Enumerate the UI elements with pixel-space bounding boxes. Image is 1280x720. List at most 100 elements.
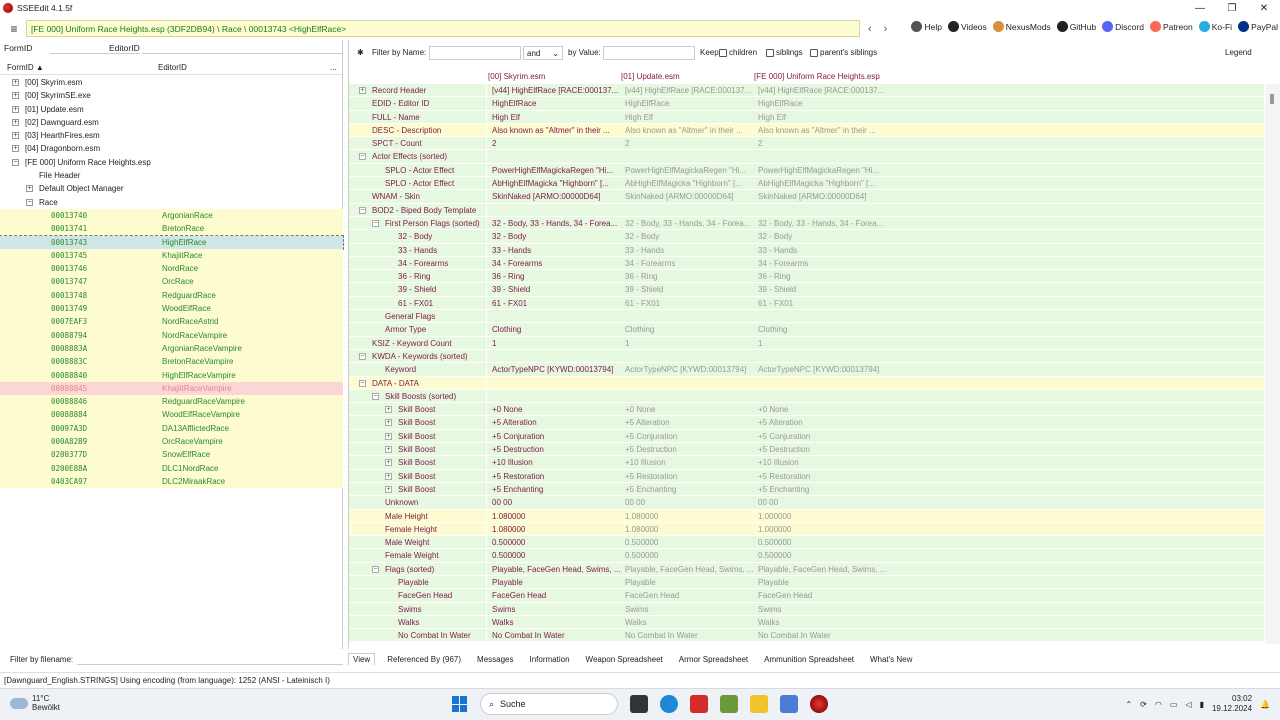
minimize-button[interactable]: — (1184, 0, 1216, 16)
race-record-row[interactable]: 00013749 WoodElfRace (0, 302, 343, 316)
start-button[interactable] (452, 696, 468, 712)
collapse-icon[interactable]: − (359, 206, 366, 214)
expand-icon[interactable]: + (26, 185, 33, 193)
filter-operator-select[interactable]: and ⌄ (523, 46, 563, 60)
tab-what-s-new[interactable]: What's New (866, 654, 916, 665)
keep-siblings-checkbox[interactable]: siblings (766, 48, 803, 57)
field-row[interactable]: − First Person Flags (sorted) 32 - Body, 3… (349, 216, 1264, 231)
tree-node[interactable]: + [02] Dawnguard.esm (0, 116, 343, 129)
expand-icon[interactable]: + (359, 87, 366, 94)
field-row[interactable]: SPLO - Actor Effect PowerHighElfMagickaRe… (349, 163, 1264, 178)
field-row[interactable]: DESC - Description Also known as "Altmer"… (349, 123, 1264, 138)
expand-icon[interactable]: + (385, 432, 392, 440)
editorid-search-input[interactable] (142, 41, 342, 54)
field-row[interactable]: − KWDA - Keywords (sorted) (349, 349, 1264, 364)
weather-widget[interactable]: 11°C Bewölkt (10, 694, 60, 712)
field-row[interactable]: EDID - Editor ID HighElfRace HighElfRace Hi… (349, 97, 1264, 111)
expand-icon[interactable]: + (385, 485, 392, 493)
tree-node[interactable]: − Race (0, 196, 343, 209)
field-row[interactable]: Walks Walks Walks Walks (349, 615, 1264, 630)
tab-ammunition-spreadsheet[interactable]: Ammunition Spreadsheet (760, 654, 858, 665)
app-green-icon[interactable] (720, 695, 738, 713)
expand-icon[interactable]: + (12, 145, 19, 153)
task-view-icon[interactable] (630, 695, 648, 713)
pin-icon[interactable]: ✱ (357, 48, 364, 57)
field-row[interactable]: KSIZ - Keyword Count 1 1 1 (349, 336, 1264, 350)
link-nexusmods[interactable]: NexusMods (992, 21, 1051, 32)
close-button[interactable]: ✕ (1248, 0, 1280, 16)
edge-icon[interactable] (660, 695, 678, 713)
race-record-row[interactable]: 0008883C BretonRaceVampire (0, 355, 343, 369)
collapse-icon[interactable]: − (372, 565, 379, 573)
tab-referenced-by-967-[interactable]: Referenced By (967) (383, 654, 465, 665)
legend-button[interactable]: Legend (1225, 48, 1252, 57)
keep-parents-siblings-checkbox[interactable]: parent's siblings (810, 48, 877, 57)
tab-view[interactable]: View (348, 653, 376, 665)
tree-node[interactable]: + [03] HearthFires.esm (0, 129, 343, 142)
expand-icon[interactable]: + (12, 118, 19, 126)
race-record-row[interactable]: 00013743 HighElfRace (0, 234, 344, 250)
col-editorid[interactable]: EditorID (158, 63, 187, 72)
race-record-row[interactable]: 0200E88A DLC1NordRace (0, 461, 343, 475)
link-videos[interactable]: Videos (947, 21, 987, 32)
field-row[interactable]: FULL - Name High Elf High Elf High Elf (349, 110, 1264, 124)
field-row[interactable]: 36 - Ring 36 - Ring 36 - Ring 36 - Ring (349, 270, 1264, 284)
tree-node[interactable]: File Header (0, 169, 343, 182)
volume-icon[interactable]: ◁ (1185, 700, 1191, 709)
field-row[interactable]: Unknown 00 00 00 00 00 00 (349, 496, 1264, 510)
file-explorer-icon[interactable] (750, 695, 768, 713)
tree-node[interactable]: − [FE 000] Uniform Race Heights.esp (0, 156, 343, 169)
col-more[interactable]: ... (330, 63, 337, 72)
collapse-icon[interactable]: − (12, 158, 19, 166)
field-row[interactable]: SPLO - Actor Effect AbHighElfMagicka "Hig… (349, 177, 1264, 191)
field-row[interactable]: 34 - Forearms 34 - Forearms 34 - Forearms 3… (349, 256, 1264, 271)
filename-filter-input[interactable] (77, 653, 343, 665)
tray-chevron-icon[interactable]: ⌃ (1125, 700, 1132, 709)
collapse-icon[interactable]: − (359, 379, 366, 387)
record-path-field[interactable]: [FE 000] Uniform Race Heights.esp (3DF2D… (26, 20, 860, 37)
race-record-row[interactable]: 0403CA97 DLC2MiraakRace (0, 474, 343, 489)
field-row[interactable]: SPCT - Count 2 2 2 (349, 137, 1264, 151)
expand-icon[interactable]: + (385, 406, 392, 414)
vertical-scrollbar[interactable] (1265, 84, 1280, 644)
collapse-icon[interactable]: − (372, 392, 379, 400)
race-record-row[interactable]: 0200377D SnowElfRace (0, 448, 343, 462)
race-record-row[interactable]: 0007EAF3 NordRaceAstrid (0, 315, 343, 329)
tab-information[interactable]: Information (526, 654, 574, 665)
expand-icon[interactable]: + (385, 446, 392, 454)
field-row[interactable]: WNAM - Skin SkinNaked [ARMO:00000D64] Skin… (349, 190, 1264, 204)
expand-icon[interactable]: + (12, 79, 19, 86)
collapse-icon[interactable]: − (359, 153, 366, 161)
race-record-row[interactable]: 00088845 KhajiitRaceVampire (0, 381, 343, 396)
back-button[interactable]: ‹ (868, 23, 872, 35)
tab-armor-spreadsheet[interactable]: Armor Spreadsheet (675, 654, 752, 665)
race-record-row[interactable]: 00088846 RedguardRaceVampire (0, 395, 343, 409)
field-row[interactable]: − Skill Boosts (sorted) (349, 389, 1264, 404)
link-ko-fi[interactable]: Ko-Fi (1198, 21, 1232, 32)
field-row[interactable]: − Actor Effects (sorted) (349, 150, 1264, 164)
link-discord[interactable]: Discord (1102, 21, 1144, 32)
field-row[interactable]: 32 - Body 32 - Body 32 - Body 32 - Body (349, 230, 1264, 244)
field-row[interactable]: Swims Swims Swims Swims (349, 602, 1264, 616)
maximize-button[interactable]: ❐ (1216, 0, 1248, 16)
collapse-icon[interactable]: − (26, 198, 33, 206)
taskbar-search[interactable]: ⌕ Suche (480, 693, 618, 715)
race-record-row[interactable]: 00013740 ArgonianRace (0, 208, 343, 223)
race-record-row[interactable]: 00013748 RedguardRace (0, 288, 343, 303)
race-record-row[interactable]: 00088794 NordRaceVampire (0, 328, 343, 342)
race-record-row[interactable]: 00013747 OrcRace (0, 275, 343, 289)
wifi-icon[interactable]: ◠ (1155, 700, 1162, 709)
expand-icon[interactable]: + (385, 419, 392, 427)
field-row[interactable]: + Skill Boost +10 Illusion +10 Illusion +10 … (349, 456, 1264, 470)
link-help[interactable]: Help (911, 21, 942, 32)
expand-icon[interactable]: + (12, 92, 19, 100)
field-row[interactable]: FaceGen Head FaceGen Head FaceGen Head Face… (349, 589, 1264, 603)
field-row[interactable]: General Flags (349, 310, 1264, 324)
tree-node[interactable]: + [00] Skyrim.esm (0, 76, 343, 89)
field-row[interactable]: + Skill Boost +5 Restoration +5 Restoration… (349, 469, 1264, 483)
field-row[interactable]: No Combat In Water No Combat In Water No C… (349, 629, 1264, 643)
field-row[interactable]: + Skill Boost +5 Conjuration +5 Conjuration… (349, 429, 1264, 444)
collapse-icon[interactable]: − (359, 352, 366, 360)
race-record-row[interactable]: 00013741 BretonRace (0, 222, 343, 236)
plugin-column-header[interactable]: [00] Skyrim.esm (488, 72, 545, 81)
